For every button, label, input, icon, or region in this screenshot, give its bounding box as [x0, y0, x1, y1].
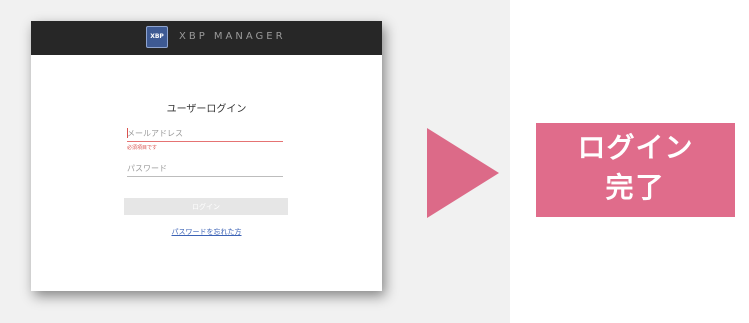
right-triangle-arrow-icon	[427, 128, 499, 218]
email-error-message: 必須項目です	[127, 145, 158, 151]
logo-text: XBP	[150, 33, 164, 40]
email-field-group: 必須項目です	[127, 125, 283, 151]
password-field[interactable]	[127, 160, 283, 177]
login-heading: ユーザーログイン	[166, 104, 247, 115]
login-window: XBP XBP MANAGER ユーザーログイン 必須項目です ログイン パスワ…	[31, 21, 382, 291]
login-complete-line2: 完了	[605, 171, 666, 204]
login-button[interactable]: ログイン	[124, 198, 288, 215]
password-field-group	[127, 160, 283, 177]
text-caret	[127, 128, 128, 138]
screenshot-canvas: XBP XBP MANAGER ユーザーログイン 必須項目です ログイン パスワ…	[0, 0, 749, 323]
login-complete-line1: ログイン	[577, 131, 694, 164]
login-complete-box: ログイン 完了	[536, 123, 735, 217]
app-title: XBP MANAGER	[179, 31, 286, 42]
xbp-logo-icon: XBP	[146, 26, 168, 48]
app-titlebar: XBP XBP MANAGER	[31, 21, 382, 55]
email-field[interactable]	[127, 125, 283, 142]
forgot-password-link[interactable]: パスワードを忘れた方	[31, 227, 382, 237]
